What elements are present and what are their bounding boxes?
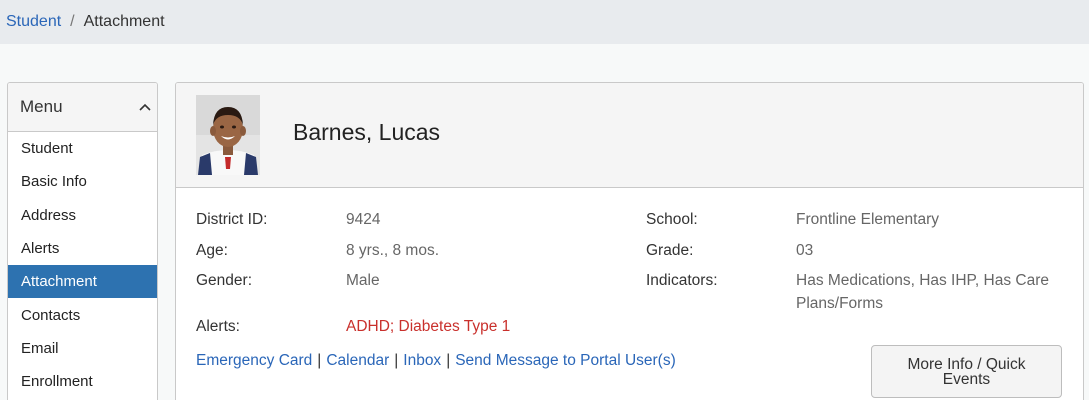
menu-item-contacts[interactable]: Contacts: [8, 298, 157, 331]
emergency-card-link[interactable]: Emergency Card: [196, 352, 312, 369]
indicators-label: Indicators:: [646, 272, 718, 289]
menu-panel: Menu Student Basic Info Address Alerts A…: [7, 82, 158, 400]
more-info-button-line2: Events: [942, 370, 991, 388]
indicators-value-line2: Plans/Forms: [796, 295, 883, 312]
breadcrumb-current: Attachment: [83, 13, 165, 30]
chevron-up-icon[interactable]: [138, 100, 152, 114]
alerts-value: ADHD; Diabetes Type 1: [346, 318, 511, 335]
student-name: Barnes, Lucas: [293, 119, 441, 145]
link-separator: |: [446, 352, 451, 369]
menu-header[interactable]: Menu: [8, 83, 157, 132]
grade-value: 03: [796, 242, 814, 259]
gender-label: Gender:: [196, 272, 253, 289]
student-header: Barnes, Lucas: [176, 83, 1083, 188]
menu-item-basic-info[interactable]: Basic Info: [8, 165, 157, 198]
menu-item-alerts[interactable]: Alerts: [8, 232, 157, 265]
menu-item-email[interactable]: Email: [8, 332, 157, 365]
calendar-link[interactable]: Calendar: [326, 352, 389, 369]
gender-value: Male: [346, 272, 380, 289]
age-label: Age:: [196, 242, 228, 259]
menu-item-attachment[interactable]: Attachment: [8, 265, 157, 299]
school-value: Frontline Elementary: [796, 211, 940, 228]
alerts-label: Alerts:: [196, 318, 240, 335]
menu-item-student[interactable]: Student: [8, 132, 157, 165]
student-panel: Barnes, Lucas District ID: 9424 Age: 8 y…: [175, 82, 1084, 400]
breadcrumb-separator: /: [70, 13, 75, 30]
send-message-link[interactable]: Send Message to Portal User(s): [455, 352, 676, 369]
menu-item-address[interactable]: Address: [8, 199, 157, 232]
indicators-value-line1: Has Medications, Has IHP, Has Care: [796, 272, 1049, 289]
menu-item-enrollment[interactable]: Enrollment: [8, 365, 157, 398]
age-value: 8 yrs., 8 mos.: [346, 242, 440, 259]
link-separator: |: [394, 352, 399, 369]
school-label: School:: [646, 211, 698, 228]
district-id-value: 9424: [346, 211, 381, 228]
district-id-label: District ID:: [196, 211, 268, 228]
more-info-button[interactable]: More Info / Quick Events: [871, 345, 1062, 398]
inbox-link[interactable]: Inbox: [403, 352, 441, 369]
menu-title: Menu: [20, 97, 63, 116]
breadcrumb-link-student[interactable]: Student: [6, 13, 61, 31]
student-photo: [196, 95, 260, 175]
grade-label: Grade:: [646, 242, 694, 259]
link-separator: |: [317, 352, 322, 369]
breadcrumb: Student / Attachment: [0, 0, 1089, 44]
quick-links: Emergency Card | Calendar | Inbox | Send Messa…: [196, 352, 676, 370]
menu-list: Student Basic Info Address Alerts Attach…: [8, 132, 157, 398]
